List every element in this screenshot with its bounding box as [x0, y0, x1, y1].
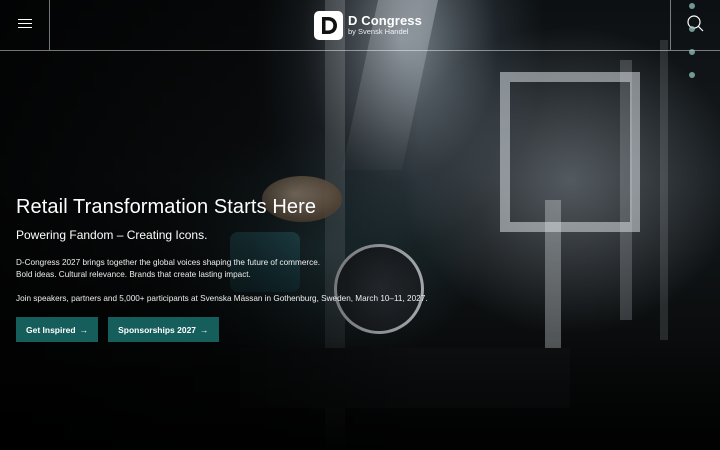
site-logo[interactable]: D Congress by Svensk Handel	[314, 10, 422, 40]
description-line: Bold ideas. Cultural relevance. Brands t…	[16, 270, 251, 279]
hero-cta-group: Get Inspired → Sponsorships 2027 →	[16, 317, 436, 342]
slide-dot[interactable]	[689, 3, 695, 9]
stage-stripe	[660, 40, 668, 340]
hamburger-menu-icon	[18, 23, 32, 24]
slide-dot[interactable]	[689, 49, 695, 55]
logo-title: D Congress	[348, 13, 422, 29]
stage-stripe	[545, 200, 561, 350]
hero-tagline: Powering Fandom – Creating Icons.	[16, 228, 208, 242]
hero-content: Retail Transformation Starts Here Poweri…	[16, 196, 436, 342]
logo-subtitle: by Svensk Handel	[348, 27, 409, 37]
hero-description: D-Congress 2027 brings together the glob…	[16, 257, 436, 281]
slide-dot[interactable]	[689, 72, 695, 78]
hamburger-menu-icon	[18, 19, 32, 20]
bottom-overlay	[0, 340, 720, 450]
menu-button[interactable]	[0, 0, 50, 50]
hero-background: D Congress by Svensk Handel Retail Trans…	[0, 0, 720, 450]
sponsorships-button[interactable]: Sponsorships 2027 →	[108, 317, 219, 342]
slide-dot[interactable]	[689, 26, 695, 32]
slide-indicator	[689, 3, 697, 95]
stage-frame	[500, 72, 640, 232]
stage-stripe	[620, 60, 632, 320]
hamburger-menu-icon	[18, 27, 32, 28]
get-inspired-button[interactable]: Get Inspired →	[16, 317, 99, 342]
description-line: D-Congress 2027 brings together the glob…	[16, 258, 321, 267]
hero-join-text: Join speakers, partners and 5,000+ parti…	[16, 294, 428, 303]
hero-title: Retail Transformation Starts Here	[16, 196, 317, 218]
button-label: Sponsorships 2027	[118, 324, 197, 335]
arrow-right-icon: →	[79, 324, 89, 335]
site-header: D Congress by Svensk Handel	[0, 0, 720, 51]
button-label: Get Inspired	[26, 324, 76, 335]
arrow-right-icon: →	[200, 324, 209, 335]
d-logo-icon	[314, 10, 343, 40]
